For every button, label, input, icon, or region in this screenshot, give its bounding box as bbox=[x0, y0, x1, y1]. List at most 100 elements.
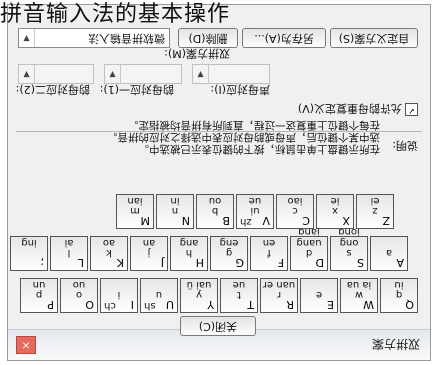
key-s1: f bbox=[267, 247, 271, 258]
key-r[interactable]: Rr uan er bbox=[260, 278, 298, 313]
key-s1: k bbox=[106, 247, 112, 258]
allow-repeat-label: 允许韵母重复定义(V) bbox=[297, 102, 402, 115]
key-s1: l bbox=[67, 247, 71, 258]
key-s2: an bbox=[142, 237, 156, 248]
key-s1: b bbox=[211, 205, 219, 216]
key-s[interactable]: Ss ong iong bbox=[330, 226, 368, 271]
chevron-down-icon: ▼ bbox=[19, 29, 35, 47]
key-s2: uang iang bbox=[296, 226, 322, 248]
key-s1: j bbox=[147, 247, 151, 258]
key-f[interactable]: Ff en bbox=[250, 236, 288, 271]
delete-button[interactable]: 删除(D) bbox=[178, 28, 238, 48]
init-map-label: 声母对应(I): bbox=[210, 83, 270, 96]
final1-map-combo[interactable]: ▼ bbox=[104, 64, 182, 84]
key-h[interactable]: Hh ang bbox=[170, 236, 208, 271]
key-semicolon[interactable]: ; ing bbox=[10, 236, 48, 271]
key-n[interactable]: Nn in bbox=[156, 194, 194, 229]
key-g[interactable]: Gg eng bbox=[210, 236, 248, 271]
note-text: 在所示键盘上单击鼠标，按下的键位表示已被选中。 选中某个键位后，声母或韵母对应表… bbox=[20, 119, 380, 155]
key-s2: ie bbox=[330, 195, 340, 206]
key-a[interactable]: Aa bbox=[370, 236, 408, 271]
chevron-down-icon: ▼ bbox=[19, 65, 35, 83]
final2-map-label: 韵母对应二(2): bbox=[15, 83, 90, 96]
key-s2: in bbox=[170, 195, 180, 206]
key-s2: ing bbox=[21, 237, 37, 248]
key-i[interactable]: Ich i bbox=[100, 278, 138, 313]
allow-repeat-checkbox[interactable]: ✓ bbox=[405, 103, 418, 116]
note-line-3: 在每个键位上重复这一过程，直到所有拼音均被指定。 bbox=[128, 119, 380, 131]
key-s1: e bbox=[315, 289, 323, 300]
key-s1: p bbox=[35, 289, 43, 300]
key-d[interactable]: Dd uang iang bbox=[290, 226, 328, 271]
custom-scheme-button[interactable]: 自定义方案(S) bbox=[330, 28, 418, 48]
key-t[interactable]: Tt ue bbox=[220, 278, 258, 313]
init-map-combo[interactable]: ▼ bbox=[192, 64, 270, 84]
key-s2: ong iong bbox=[338, 226, 360, 248]
key-k[interactable]: Kk ao bbox=[90, 236, 128, 271]
key-s1: y bbox=[196, 289, 202, 300]
key-w[interactable]: Ww ia ua bbox=[340, 278, 378, 313]
key-s1: ui bbox=[250, 205, 260, 216]
note-line-1: 在所示键盘上单击鼠标，按下的键位表示已被选中。 bbox=[138, 143, 381, 155]
page-title: 拼音输入法的基本操作 bbox=[0, 2, 231, 27]
key-v[interactable]: Vzh ui ue bbox=[236, 194, 274, 229]
key-s1: d bbox=[305, 247, 313, 258]
key-s2: eng bbox=[219, 237, 239, 248]
key-s1: u bbox=[155, 289, 163, 300]
key-s2: ao bbox=[102, 237, 116, 248]
key-s2: ue bbox=[248, 195, 262, 206]
close-icon[interactable]: × bbox=[16, 336, 36, 354]
key-c[interactable]: Cc iao bbox=[276, 194, 314, 229]
key-s1: o bbox=[75, 289, 83, 300]
key-s2: ian bbox=[127, 195, 143, 206]
chevron-down-icon: ▼ bbox=[193, 65, 209, 83]
key-z[interactable]: Zz ei bbox=[356, 194, 394, 229]
scheme-label: 双拼方案(M): bbox=[164, 47, 230, 60]
key-s1: c bbox=[292, 205, 298, 216]
screenshot: 双拼方案 × Qq iu Ww ia ua Ee Rr uan er Tt ue Yy uai üU… bbox=[0, 0, 437, 365]
key-s2: ia ua bbox=[346, 279, 372, 290]
key-s1: h bbox=[185, 247, 193, 258]
key-s2: ai bbox=[64, 237, 74, 248]
key-s2: ue bbox=[232, 279, 246, 290]
key-y[interactable]: Yy uai ü bbox=[180, 278, 218, 313]
key-s2: uan er bbox=[262, 279, 296, 290]
key-c: zh bbox=[240, 216, 252, 227]
key-s1: z bbox=[372, 205, 378, 216]
save-as-button[interactable]: 另存为(A)... bbox=[242, 28, 326, 48]
key-q[interactable]: Qq iu bbox=[380, 278, 418, 313]
key-j[interactable]: Jj an bbox=[130, 236, 168, 271]
key-p[interactable]: Pp un bbox=[20, 278, 58, 313]
scheme-select[interactable]: 微软拼音输入法 ▼ bbox=[18, 28, 170, 48]
key-l[interactable]: Ll ai bbox=[50, 236, 88, 271]
key-u[interactable]: Ush u bbox=[140, 278, 178, 313]
divider bbox=[16, 131, 422, 132]
final1-map-label: 韵母对应一(1): bbox=[99, 83, 174, 96]
key-s1: a bbox=[385, 247, 393, 258]
note-line-2: 选中某个键位后，声母或韵母对应表中选择之对应的拼音。 bbox=[107, 131, 380, 143]
key-c: sh bbox=[144, 300, 156, 311]
key-m[interactable]: Mm ian bbox=[116, 194, 154, 229]
key-s1: g bbox=[225, 247, 233, 258]
key-s2: en bbox=[262, 237, 276, 248]
key-o[interactable]: Oo uo bbox=[60, 278, 98, 313]
note-label: 说明: bbox=[392, 139, 418, 152]
key-s1: r bbox=[276, 289, 282, 300]
scheme-select-value: 微软拼音输入法 bbox=[88, 32, 165, 45]
key-s2: un bbox=[32, 279, 46, 290]
key-s1: t bbox=[237, 289, 241, 300]
key-x[interactable]: Xx ie bbox=[316, 194, 354, 229]
chevron-down-icon: ▼ bbox=[105, 65, 121, 83]
key-s1: w bbox=[354, 289, 364, 300]
key-s2: ang bbox=[179, 237, 199, 248]
key-s1: q bbox=[395, 289, 403, 300]
key-e[interactable]: Ee bbox=[300, 278, 338, 313]
flipped-dialog-view: 双拼方案 × Qq iu Ww ia ua Ee Rr uan er Tt ue Yy uai üU… bbox=[0, 0, 437, 365]
close-button[interactable]: 关闭(C) bbox=[180, 316, 256, 336]
key-s2: iao bbox=[287, 195, 303, 206]
keyboard-layout: Qq iu Ww ia ua Ee Rr uan er Tt ue Yy uai ü Ush u Ich i… bbox=[10, 140, 422, 315]
key-s2: uo bbox=[72, 279, 86, 290]
key-letter: ; bbox=[40, 256, 44, 269]
key-b[interactable]: Bb ou bbox=[196, 194, 234, 229]
final2-map-combo[interactable]: ▼ bbox=[18, 64, 94, 84]
